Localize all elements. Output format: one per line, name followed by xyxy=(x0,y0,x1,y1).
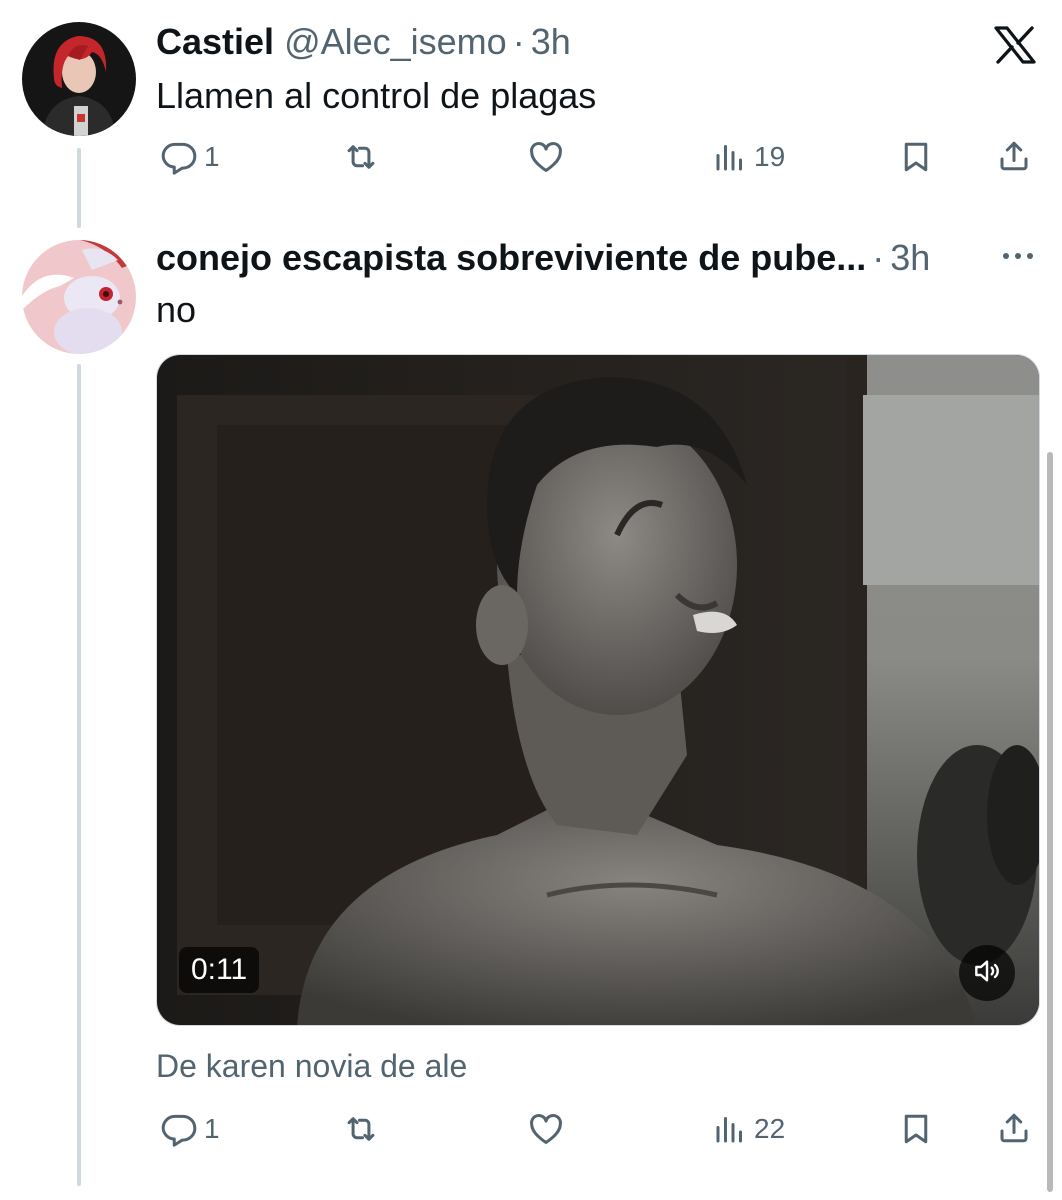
tweet-text: no xyxy=(156,289,197,330)
thread-line xyxy=(77,148,81,228)
tweet-header: conejo escapista sobreviviente de pube..… xyxy=(156,236,930,280)
share-button[interactable] xyxy=(996,136,1032,176)
reply-icon xyxy=(160,138,198,176)
reply-count: 1 xyxy=(204,141,220,172)
scrollbar[interactable] xyxy=(1047,452,1053,1192)
share-button[interactable] xyxy=(996,1108,1032,1148)
repost-button[interactable] xyxy=(340,138,388,176)
thread-line xyxy=(77,364,81,1186)
views-chart-icon xyxy=(712,1110,748,1148)
display-name[interactable]: Castiel xyxy=(156,20,274,64)
tweet-header: Castiel @Alec_isemo · 3h xyxy=(156,20,571,64)
tweet-text: Llamen al control de plagas xyxy=(156,75,597,116)
like-button[interactable] xyxy=(526,1110,572,1148)
share-icon xyxy=(996,1108,1032,1148)
display-name[interactable]: conejo escapista sobreviviente de pube..… xyxy=(156,236,866,280)
reply-count: 1 xyxy=(204,1113,220,1144)
repost-icon xyxy=(340,138,382,176)
repost-button[interactable] xyxy=(340,1110,388,1148)
bookmark-button[interactable] xyxy=(898,1110,934,1148)
heart-icon xyxy=(526,138,566,176)
avatar[interactable] xyxy=(22,240,136,354)
video-source-attribution[interactable]: De karen novia de ale xyxy=(156,1046,467,1086)
timestamp[interactable]: 3h xyxy=(531,20,571,64)
share-icon xyxy=(996,136,1032,176)
views-button[interactable]: 19 xyxy=(712,138,785,176)
heart-icon xyxy=(526,1110,566,1148)
handle[interactable]: @Alec_isemo xyxy=(284,20,507,64)
separator: · xyxy=(512,21,525,62)
like-button[interactable] xyxy=(526,138,572,176)
x-logo-icon[interactable] xyxy=(994,26,1036,69)
video-duration: 0:11 xyxy=(179,947,260,993)
views-count: 19 xyxy=(754,141,786,172)
more-horizontal-icon[interactable] xyxy=(1000,248,1036,269)
reply-button[interactable]: 1 xyxy=(160,138,220,176)
views-button[interactable]: 22 xyxy=(712,1110,785,1148)
volume-muted-icon xyxy=(971,955,1003,992)
timestamp[interactable]: 3h xyxy=(890,236,930,280)
separator: · xyxy=(872,237,885,278)
bookmark-button[interactable] xyxy=(898,138,934,176)
views-count: 22 xyxy=(754,1113,786,1144)
volume-button[interactable] xyxy=(959,945,1015,1001)
bookmark-icon xyxy=(898,138,934,176)
video-player[interactable]: 0:11 xyxy=(156,354,1040,1026)
views-chart-icon xyxy=(712,138,748,176)
repost-icon xyxy=(340,1110,382,1148)
bookmark-icon xyxy=(898,1110,934,1148)
reply-button[interactable]: 1 xyxy=(160,1110,220,1148)
reply-icon xyxy=(160,1110,198,1148)
avatar[interactable] xyxy=(22,22,136,136)
video-frame xyxy=(157,355,1039,1025)
